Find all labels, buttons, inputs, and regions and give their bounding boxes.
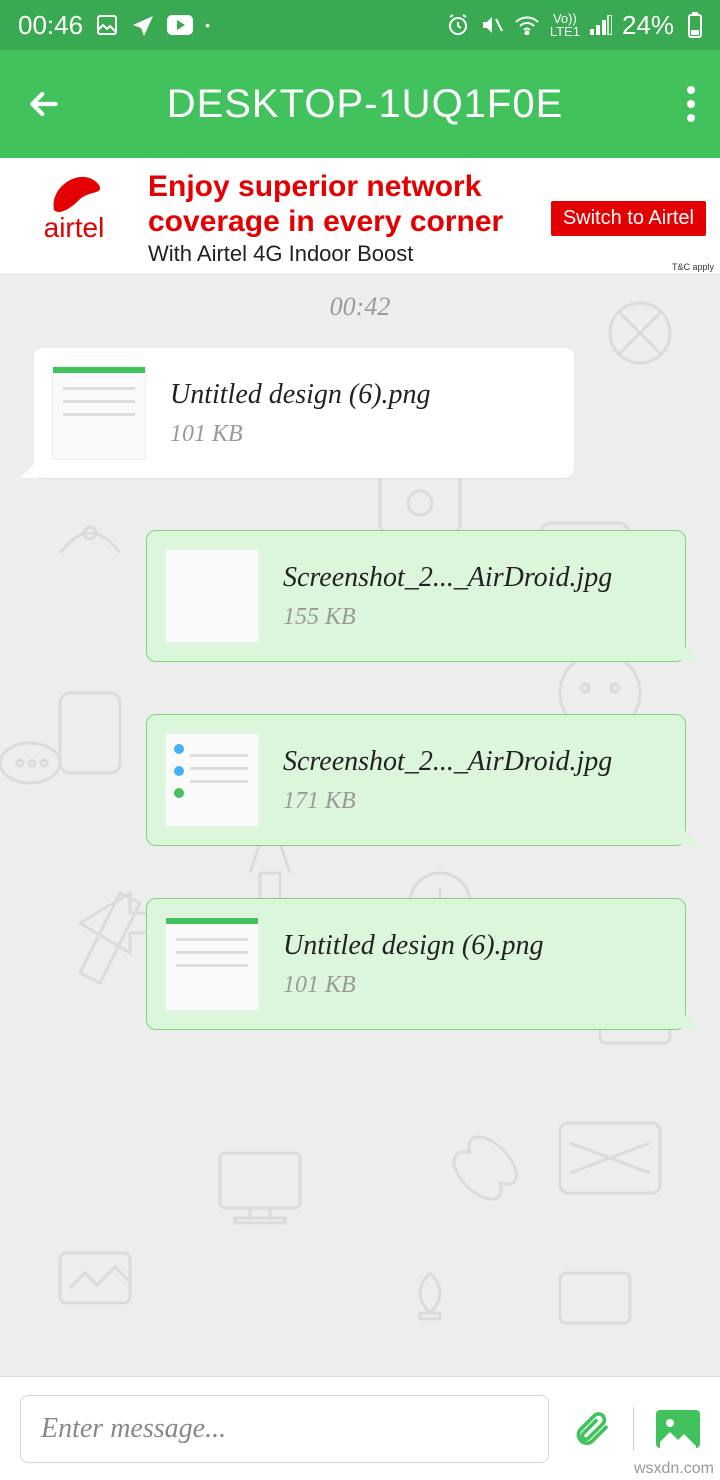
status-left: 00:46 • (18, 10, 210, 41)
youtube-icon (167, 15, 193, 35)
ad-banner[interactable]: airtel Enjoy superior network coverage i… (0, 158, 720, 273)
watermark: wsxdn.com (634, 1460, 714, 1478)
status-right: Vo))LTE1 24% (446, 10, 702, 41)
chat-title: DESKTOP-1UQ1F0E (34, 82, 696, 127)
file-size: 101 KB (283, 972, 663, 999)
message-bubble[interactable]: Untitled design (6).png 101 KB (34, 348, 574, 478)
file-size: 101 KB (170, 421, 552, 448)
message-bubble[interactable]: Untitled design (6).png 101 KB (146, 898, 686, 1030)
message-input[interactable]: Enter message... (20, 1395, 549, 1463)
chat-header: DESKTOP-1UQ1F0E (0, 50, 720, 158)
image-button[interactable] (656, 1410, 700, 1448)
file-name: Untitled design (6).png (283, 930, 663, 962)
send-icon (131, 13, 155, 37)
file-name: Untitled design (6).png (170, 379, 552, 411)
volte-icon: Vo))LTE1 (550, 12, 580, 38)
signal-icon (590, 15, 612, 35)
more-menu-button[interactable] (686, 85, 696, 123)
input-bar: Enter message... (0, 1376, 720, 1480)
file-name: Screenshot_2..._AirDroid.jpg (283, 562, 663, 594)
ad-cta-button[interactable]: Switch to Airtel (551, 201, 706, 236)
battery-percent: 24% (622, 10, 674, 41)
file-size: 155 KB (283, 604, 663, 631)
status-time: 00:46 (18, 10, 83, 41)
battery-icon (688, 12, 702, 38)
file-thumbnail (52, 366, 146, 460)
ad-headline: Enjoy superior network coverage in every… (148, 170, 543, 239)
airtel-logo-text: airtel (44, 212, 105, 244)
input-divider (633, 1407, 634, 1451)
ad-subline: With Airtel 4G Indoor Boost (148, 241, 543, 267)
attach-button[interactable] (571, 1409, 611, 1449)
chat-scroll-area[interactable]: 00:42 Untitled design (6).png 101 KB Scr… (0, 270, 720, 1376)
wifi-icon (514, 15, 540, 35)
ad-text-block: Enjoy superior network coverage in every… (134, 170, 543, 267)
dot-icon: • (205, 17, 210, 33)
message-bubble[interactable]: Screenshot_2..._AirDroid.jpg 171 KB (146, 714, 686, 846)
chat-timestamp: 00:42 (18, 292, 702, 322)
status-bar: 00:46 • Vo))LTE1 24% (0, 0, 720, 50)
file-thumbnail (165, 733, 259, 827)
file-name: Screenshot_2..._AirDroid.jpg (283, 746, 663, 778)
airtel-logo: airtel (14, 170, 134, 244)
alarm-icon (446, 13, 470, 37)
image-icon (95, 13, 119, 37)
message-bubble[interactable]: Screenshot_2..._AirDroid.jpg 155 KB (146, 530, 686, 662)
file-thumbnail (165, 549, 259, 643)
file-size: 171 KB (283, 788, 663, 815)
file-thumbnail (165, 917, 259, 1011)
mute-icon (480, 13, 504, 37)
